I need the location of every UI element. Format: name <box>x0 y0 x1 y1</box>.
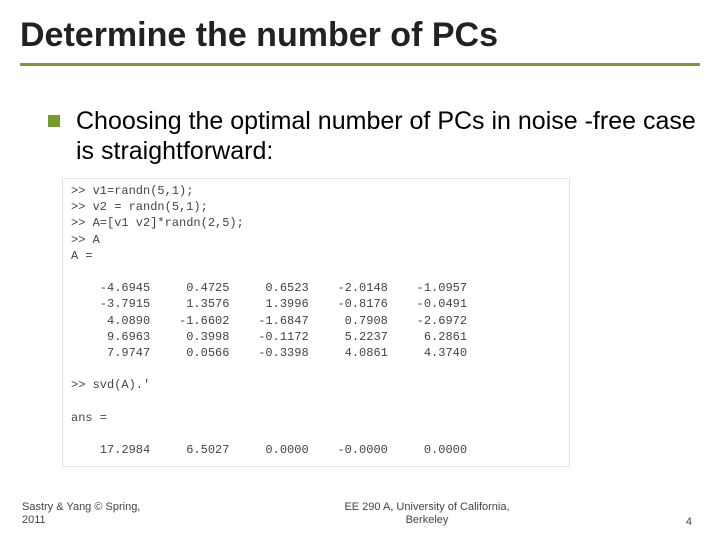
footer-author: Sastry & Yang © Spring, <box>22 501 140 513</box>
code-line: >> A=[v1 v2]*randn(2,5); <box>71 215 561 231</box>
matrix-row: 7.9747 0.0566 -0.3398 4.0861 4.3740 <box>71 345 561 361</box>
blank-line <box>71 264 561 280</box>
slide-footer: Sastry & Yang © Spring, 2011 EE 290 A, U… <box>0 501 720 529</box>
matrix-var-label: A = <box>71 248 561 264</box>
matlab-output-block: >> v1=randn(5,1); >> v2 = randn(5,1); >>… <box>62 178 570 467</box>
square-bullet-icon <box>48 115 60 127</box>
footer-year: 2011 <box>22 514 46 526</box>
bullet-item: Choosing the optimal number of PCs in no… <box>48 106 700 166</box>
footer-school: Berkeley <box>406 514 449 526</box>
bullet-text: Choosing the optimal number of PCs in no… <box>76 106 700 166</box>
blank-line <box>71 394 561 410</box>
blank-line <box>71 361 561 377</box>
svd-result-row: 17.2984 6.5027 0.0000 -0.0000 0.0000 <box>71 442 561 458</box>
svd-call-line: >> svd(A).' <box>71 377 561 393</box>
slide-title: Determine the number of PCs <box>20 10 700 66</box>
blank-line <box>71 426 561 442</box>
matrix-row: -4.6945 0.4725 0.6523 -2.0148 -1.0957 <box>71 280 561 296</box>
ans-label: ans = <box>71 410 561 426</box>
footer-pagenum: 4 <box>632 516 720 528</box>
code-line: >> A <box>71 232 561 248</box>
slide: Determine the number of PCs Choosing the… <box>0 0 720 540</box>
matrix-row: 9.6963 0.3998 -0.1172 5.2237 6.2861 <box>71 329 561 345</box>
footer-center: EE 290 A, University of California, Berk… <box>222 501 632 529</box>
code-line: >> v2 = randn(5,1); <box>71 199 561 215</box>
footer-course: EE 290 A, University of California, <box>344 501 509 513</box>
matrix-row: -3.7915 1.3576 1.3996 -0.8176 -0.0491 <box>71 296 561 312</box>
footer-left: Sastry & Yang © Spring, 2011 <box>0 501 222 529</box>
code-line: >> v1=randn(5,1); <box>71 183 561 199</box>
slide-body: Choosing the optimal number of PCs in no… <box>20 106 700 467</box>
matrix-row: 4.0890 -1.6602 -1.6847 0.7908 -2.6972 <box>71 313 561 329</box>
